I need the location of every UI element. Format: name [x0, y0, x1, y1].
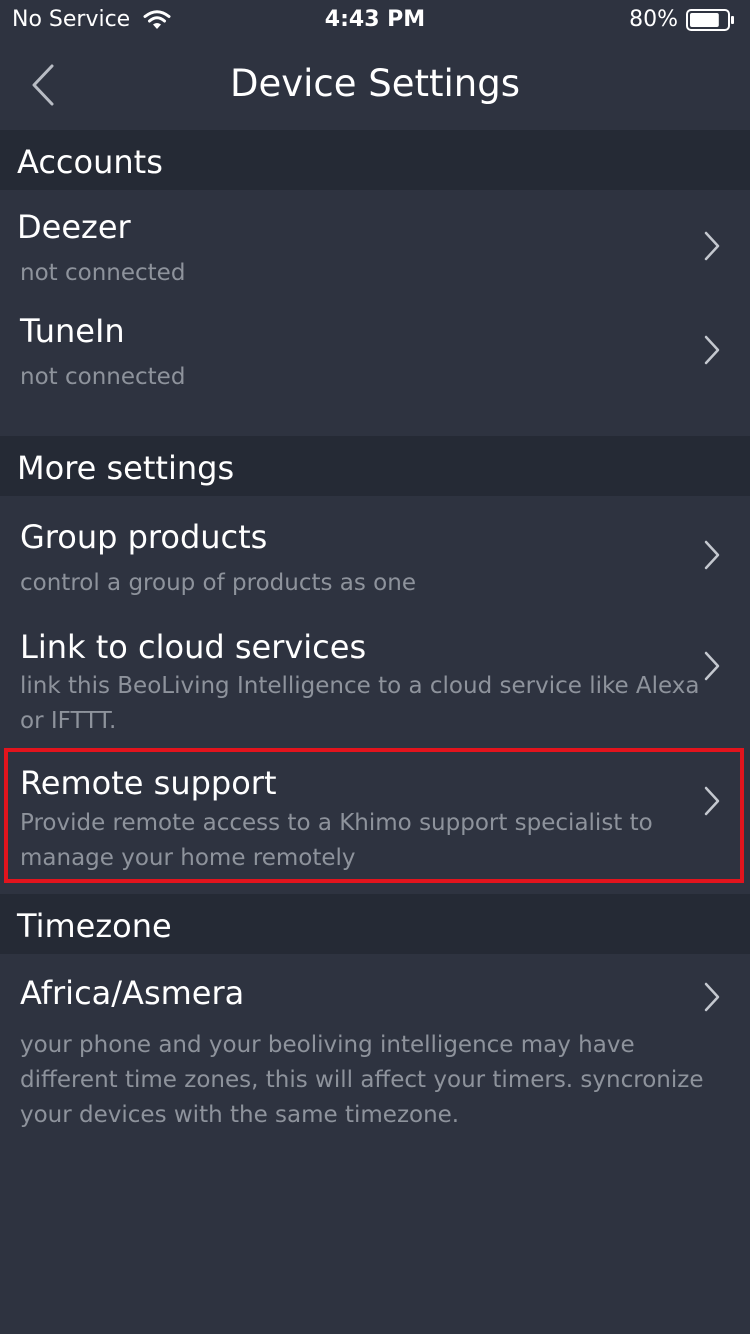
section-header-accounts: Accounts	[0, 130, 750, 190]
item-title: Group products	[20, 518, 268, 556]
item-title: Africa/Asmera	[20, 974, 245, 1012]
battery-fill	[690, 12, 719, 27]
chevron-right-icon	[704, 540, 720, 570]
item-subtitle: control a group of products as one	[20, 570, 416, 596]
list-item-link-cloud-services[interactable]: Link to cloud services link this BeoLivi…	[0, 610, 750, 746]
list-item-group-products[interactable]: Group products control a group of produc…	[0, 500, 750, 610]
section-title: Accounts	[17, 143, 163, 181]
item-title: TuneIn	[20, 312, 125, 350]
section-header-more-settings: More settings	[0, 436, 750, 496]
section-header-timezone: Timezone	[0, 894, 750, 954]
battery-icon	[686, 8, 734, 31]
list-item-deezer[interactable]: Deezer not connected	[0, 190, 750, 294]
section-title: More settings	[17, 449, 235, 487]
chevron-right-icon	[704, 231, 720, 261]
item-subtitle: Provide remote access to a Khimo support…	[20, 810, 653, 871]
item-subtitle: not connected	[20, 364, 186, 390]
item-subtitle: not connected	[20, 260, 186, 286]
chevron-right-icon	[704, 982, 720, 1012]
status-bar: No Service 4:43 PM 80%	[0, 0, 750, 40]
battery-percent: 80%	[629, 7, 678, 32]
list-item-tunein[interactable]: TuneIn not connected	[0, 294, 750, 400]
status-right: 80%	[629, 7, 736, 32]
list-item-timezone[interactable]: Africa/Asmera your phone and your beoliv…	[0, 954, 750, 1144]
navigation-bar: Device Settings	[0, 40, 750, 130]
device-settings-screen: No Service 4:43 PM 80% Device Settings A…	[0, 0, 750, 1334]
section-title: Timezone	[17, 907, 172, 945]
item-subtitle: link this BeoLiving Intelligence to a cl…	[20, 673, 700, 734]
chevron-right-icon	[704, 651, 720, 681]
item-title: Remote support	[20, 764, 277, 802]
page-title: Device Settings	[229, 62, 521, 105]
chevron-right-icon	[704, 786, 720, 816]
list-item-remote-support[interactable]: Remote support Provide remote access to …	[0, 752, 750, 880]
item-title: Deezer	[17, 208, 131, 246]
item-subtitle: your phone and your beoliving intelligen…	[20, 1032, 704, 1128]
item-title: Link to cloud services	[20, 628, 367, 666]
chevron-right-icon	[704, 335, 720, 365]
